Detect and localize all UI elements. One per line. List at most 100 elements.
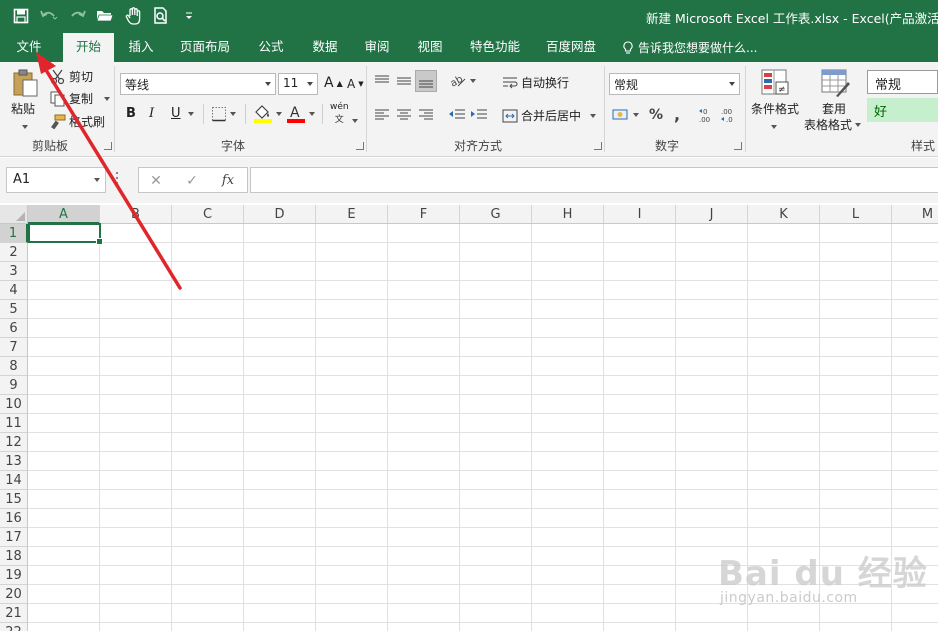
tab-review[interactable]: 审阅 xyxy=(354,33,400,62)
row-header-10[interactable]: 10 xyxy=(0,395,28,414)
column-header-l[interactable]: L xyxy=(820,205,892,224)
column-header-i[interactable]: I xyxy=(604,205,676,224)
column-header-j[interactable]: J xyxy=(676,205,748,224)
row-header-19[interactable]: 19 xyxy=(0,566,28,585)
number-format-combo[interactable]: 常规 xyxy=(609,73,740,95)
active-cell-a1[interactable] xyxy=(28,223,103,245)
tell-me-box[interactable]: 告诉我您想要做什么... xyxy=(622,33,757,62)
comma-style-button[interactable]: , xyxy=(674,105,680,124)
font-size-combo[interactable]: 11 xyxy=(278,73,318,95)
column-header-e[interactable]: E xyxy=(316,205,388,224)
style-normal[interactable]: 常规 xyxy=(867,70,938,94)
alignment-launcher-icon[interactable] xyxy=(594,142,602,150)
align-left-icon[interactable] xyxy=(374,108,390,125)
row-header-8[interactable]: 8 xyxy=(0,357,28,376)
paste-label[interactable]: 粘贴 xyxy=(11,100,35,117)
cut-button[interactable]: 剪切 xyxy=(50,68,93,85)
column-header-h[interactable]: H xyxy=(532,205,604,224)
align-right-icon[interactable] xyxy=(418,108,434,125)
column-header-b[interactable]: B xyxy=(100,205,172,224)
underline-dropdown-icon[interactable] xyxy=(187,111,194,116)
row-header-18[interactable]: 18 xyxy=(0,547,28,566)
fill-color-button[interactable] xyxy=(253,104,282,124)
accounting-format-button[interactable] xyxy=(612,107,639,123)
row-header-5[interactable]: 5 xyxy=(0,300,28,319)
italic-button[interactable]: I xyxy=(149,106,154,121)
tab-insert[interactable]: 插入 xyxy=(118,33,164,62)
row-header-6[interactable]: 6 xyxy=(0,319,28,338)
percent-style-button[interactable]: % xyxy=(649,107,663,123)
row-header-17[interactable]: 17 xyxy=(0,528,28,547)
row-header-22[interactable]: 22 xyxy=(0,623,28,631)
font-color-dropdown-icon[interactable] xyxy=(309,112,315,116)
row-header-21[interactable]: 21 xyxy=(0,604,28,623)
format-painter-button[interactable]: 格式刷 xyxy=(50,113,105,130)
orientation-button[interactable]: ab xyxy=(449,73,476,89)
tab-page-layout[interactable]: 页面布局 xyxy=(172,33,238,62)
merge-center-button[interactable]: 合并后居中 xyxy=(502,107,597,124)
column-header-a[interactable]: A xyxy=(28,205,100,224)
tab-baidu-netdisk[interactable]: 百度网盘 xyxy=(538,33,604,62)
font-launcher-icon[interactable] xyxy=(356,142,364,150)
save-icon[interactable] xyxy=(8,4,34,28)
customize-qat-icon[interactable] xyxy=(176,4,202,28)
column-header-c[interactable]: C xyxy=(172,205,244,224)
row-header-16[interactable]: 16 xyxy=(0,509,28,528)
name-box[interactable]: A1 xyxy=(6,167,106,193)
row-header-9[interactable]: 9 xyxy=(0,376,28,395)
accounting-dropdown-icon[interactable] xyxy=(633,113,639,117)
shrink-font-button[interactable]: A ▼ xyxy=(347,77,364,91)
decrease-decimal-icon[interactable]: .00.0 xyxy=(720,106,738,127)
increase-indent-icon[interactable] xyxy=(470,108,488,125)
column-header-g[interactable]: G xyxy=(460,205,532,224)
formula-bar-resize-handle[interactable] xyxy=(116,172,120,186)
row-header-7[interactable]: 7 xyxy=(0,338,28,357)
insert-function-icon[interactable]: fx xyxy=(217,171,239,191)
borders-dropdown-icon[interactable] xyxy=(230,112,236,116)
cancel-entry-icon[interactable]: ✕ xyxy=(145,171,167,191)
row-header-15[interactable]: 15 xyxy=(0,490,28,509)
font-name-dropdown-icon[interactable] xyxy=(265,82,271,86)
column-header-m[interactable]: M xyxy=(892,205,938,224)
row-header-14[interactable]: 14 xyxy=(0,471,28,490)
phonetic-dropdown-icon[interactable] xyxy=(352,112,358,126)
phonetic-guide-button[interactable]: wén 文 xyxy=(330,102,349,125)
conditional-formatting-dropdown-icon[interactable] xyxy=(771,118,777,132)
tab-special-features[interactable]: 特色功能 xyxy=(462,33,528,62)
cells-area[interactable] xyxy=(28,224,938,631)
fill-color-dropdown-icon[interactable] xyxy=(276,112,282,116)
formula-input[interactable] xyxy=(250,167,938,193)
format-as-table-dropdown-icon[interactable] xyxy=(855,122,862,127)
number-format-dropdown-icon[interactable] xyxy=(729,82,735,86)
conditional-formatting-button[interactable]: 条件格式 xyxy=(751,100,799,117)
grow-font-button[interactable]: A ▲ xyxy=(324,75,343,91)
row-header-2[interactable]: 2 xyxy=(0,243,28,262)
row-header-12[interactable]: 12 xyxy=(0,433,28,452)
undo-icon[interactable] xyxy=(36,4,62,28)
style-good[interactable]: 好 xyxy=(867,98,938,122)
select-all-button[interactable] xyxy=(0,205,28,224)
orientation-dropdown-icon[interactable] xyxy=(470,79,476,83)
increase-decimal-icon[interactable]: 0.00 xyxy=(698,106,716,127)
align-center-icon[interactable] xyxy=(396,108,412,125)
decrease-indent-icon[interactable] xyxy=(448,108,466,125)
redo-icon[interactable] xyxy=(64,4,90,28)
borders-button[interactable] xyxy=(211,106,236,122)
tab-formulas[interactable]: 公式 xyxy=(248,33,294,62)
copy-button[interactable]: 复制 xyxy=(50,90,111,107)
copy-dropdown-icon[interactable] xyxy=(104,96,111,101)
open-folder-icon[interactable] xyxy=(92,4,118,28)
row-header-20[interactable]: 20 xyxy=(0,585,28,604)
confirm-entry-icon[interactable]: ✓ xyxy=(181,171,203,191)
format-as-table-line1[interactable]: 套用 xyxy=(822,100,846,117)
align-top-icon[interactable] xyxy=(374,74,390,91)
bold-button[interactable]: B xyxy=(126,106,136,121)
number-launcher-icon[interactable] xyxy=(734,142,742,150)
font-size-dropdown-icon[interactable] xyxy=(307,82,313,86)
column-header-f[interactable]: F xyxy=(388,205,460,224)
merge-center-dropdown-icon[interactable] xyxy=(590,113,597,118)
row-header-13[interactable]: 13 xyxy=(0,452,28,471)
worksheet-grid[interactable]: ABCDEFGHIJKLM 1 2 3 4 5 6 7 8 9 10 11 12 13 14 15 16 17 1… xyxy=(0,205,938,631)
paste-dropdown-icon[interactable] xyxy=(22,118,28,132)
column-header-d[interactable]: D xyxy=(244,205,316,224)
